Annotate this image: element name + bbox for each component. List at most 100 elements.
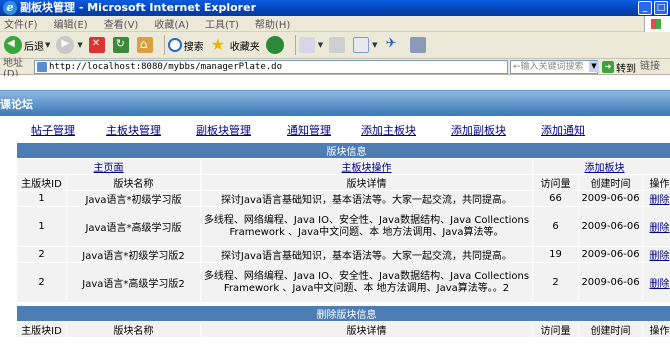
media-icon	[265, 36, 284, 54]
cell-id: 2	[16, 246, 67, 263]
address-input[interactable]: http://localhost:8080/mybbs/managerPlate…	[34, 60, 508, 74]
cell-action: 删除	[641, 206, 670, 247]
chevron-down-icon[interactable]: ▼	[372, 41, 377, 49]
add-board-link[interactable]: 添加板块	[585, 163, 625, 174]
cell-name: Java语言*初级学习版	[66, 190, 201, 207]
header-action: 操作	[641, 174, 670, 191]
messenger-icon	[384, 36, 402, 54]
media-button[interactable]	[265, 36, 286, 54]
table-row: 2 Java语言*高级学习版2 多线程、网络编程、Java IO、安全性、Jav…	[16, 262, 670, 303]
board-table: 版块信息 主页面 主板块操作 添加板块 主版块ID 版块名称 版块详情 访问量 …	[15, 142, 670, 338]
printer-icon	[329, 37, 346, 53]
main-board-ops-link[interactable]: 主板块操作	[342, 163, 392, 174]
cell-created: 2009-06-06	[578, 262, 643, 303]
delete-link[interactable]: 删除	[650, 223, 670, 234]
maximize-button[interactable]: □	[654, 1, 668, 15]
nav-notice-management[interactable]: 通知管理	[287, 122, 331, 138]
nav-add-sub-board[interactable]: 添加副板块	[451, 122, 506, 138]
delete-link[interactable]: 删除	[650, 251, 670, 262]
search-label: 搜索	[183, 41, 204, 53]
favorites-label: 收藏夹	[229, 41, 260, 53]
deleted-header-id: 主版块ID	[16, 321, 67, 338]
cell-detail: 多线程、网络编程、Java IO、安全性、Java数据结构、Java Colle…	[200, 262, 533, 303]
windows-logo-icon	[644, 16, 670, 32]
research-button[interactable]	[409, 37, 428, 53]
cell-id: 1	[16, 206, 67, 247]
cell-detail: 探讨Java语言基础知识，基本语法等。大家一起交流，共同提高。	[200, 190, 533, 207]
forum-banner: 课论坛	[0, 90, 670, 116]
cell-visits: 19	[532, 246, 579, 263]
menu-edit[interactable]: 编辑(E)	[54, 16, 88, 31]
banner-title: 课论坛	[0, 98, 33, 111]
forward-button[interactable]: ▼	[56, 36, 83, 54]
link-cell: 主页面	[16, 158, 201, 175]
table-row: 2 Java语言*初级学习版2 探讨Java语言基础知识，基本语法等。大家一起交…	[16, 246, 670, 263]
search-icon	[167, 38, 182, 52]
section-title: 版块信息	[15, 142, 670, 159]
nav-post-management[interactable]: 帖子管理	[31, 122, 75, 138]
cell-detail: 探讨Java语言基础知识，基本语法等。大家一起交流，共同提高。	[200, 246, 533, 263]
delete-link[interactable]: 删除	[650, 279, 670, 290]
cell-action: 删除	[641, 246, 670, 263]
chevron-down-icon[interactable]: ▼	[318, 41, 323, 49]
stop-icon	[88, 37, 105, 53]
window-title: 副板块管理 - Microsoft Internet Explorer	[20, 1, 256, 14]
cell-name: Java语言*初级学习版2	[66, 246, 201, 263]
chevron-down-icon[interactable]: ▼	[77, 41, 82, 49]
delete-link[interactable]: 删除	[650, 195, 670, 206]
menu-favorites[interactable]: 收藏(A)	[154, 16, 189, 31]
search-button[interactable]: 搜索	[167, 38, 204, 53]
deleted-header-created: 创建时间	[578, 321, 643, 338]
cell-action: 删除	[641, 262, 670, 303]
deleted-header-name: 版块名称	[66, 321, 201, 338]
cell-name: Java语言*高级学习版2	[66, 262, 201, 303]
messenger-button[interactable]	[384, 36, 404, 54]
nav-sub-board-management[interactable]: 副板块管理	[196, 122, 251, 138]
research-icon	[409, 37, 426, 53]
header-detail: 版块详情	[200, 174, 533, 191]
back-button[interactable]: 后退 ▼	[4, 36, 50, 54]
mail-button[interactable]: ▼	[298, 37, 323, 53]
nav-add-notice[interactable]: 添加通知	[541, 122, 585, 138]
keyword-search-input[interactable]: ←输入关键词搜索	[510, 60, 598, 74]
go-arrow-icon: ➜	[602, 61, 614, 73]
print-button[interactable]	[329, 37, 347, 53]
menu-tools[interactable]: 工具(T)	[205, 16, 239, 31]
menu-help[interactable]: 帮助(H)	[255, 16, 290, 31]
ie-logo-icon: e	[3, 1, 17, 15]
page-content: 课论坛 帖子管理 主板块管理 副板块管理 通知管理 添加主板块 添加副板块 添加…	[0, 76, 670, 352]
address-url: http://localhost:8080/mybbs/managerPlate…	[49, 62, 282, 72]
favorites-button[interactable]: 收藏夹	[210, 35, 260, 54]
cell-action: 删除	[641, 190, 670, 207]
deleted-header-action: 操作	[641, 321, 670, 338]
page-icon	[37, 62, 47, 72]
home-page-link[interactable]: 主页面	[94, 163, 124, 174]
keyword-placeholder: ←输入关键词搜索	[513, 62, 584, 72]
go-button[interactable]: ➜ 转到	[602, 60, 636, 75]
nav-main-board-management[interactable]: 主板块管理	[106, 122, 161, 138]
home-icon	[136, 37, 153, 53]
refresh-button[interactable]	[112, 37, 131, 53]
edit-button[interactable]: ▼	[353, 37, 378, 53]
star-icon	[210, 35, 228, 54]
deleted-header-detail: 版块详情	[200, 321, 533, 338]
mail-icon	[298, 37, 315, 53]
cell-created: 2009-06-06	[578, 190, 643, 207]
toolbar: 后退 ▼ ▼ 搜索 收藏夹 ▼ ▼	[0, 32, 670, 59]
table-row: 1 Java语言*初级学习版 探讨Java语言基础知识，基本语法等。大家一起交流…	[16, 190, 670, 207]
chevron-down-icon[interactable]: ▼	[589, 61, 599, 72]
cell-visits: 2	[532, 262, 579, 303]
nav-add-main-board[interactable]: 添加主板块	[361, 122, 416, 138]
header-visits: 访问量	[532, 174, 579, 191]
chevron-down-icon[interactable]: ▼	[45, 41, 50, 49]
toolbar-divider	[294, 35, 296, 55]
home-button[interactable]	[136, 37, 155, 53]
menu-file[interactable]: 文件(F)	[4, 16, 38, 31]
minimize-button[interactable]: _	[638, 1, 652, 15]
link-cell: 添加板块	[531, 158, 670, 175]
links-label[interactable]: 链接	[640, 60, 660, 74]
cell-id: 2	[16, 262, 67, 303]
deleted-header-visits: 访问量	[532, 321, 579, 338]
stop-button[interactable]	[88, 37, 107, 53]
menu-view[interactable]: 查看(V)	[104, 16, 139, 31]
